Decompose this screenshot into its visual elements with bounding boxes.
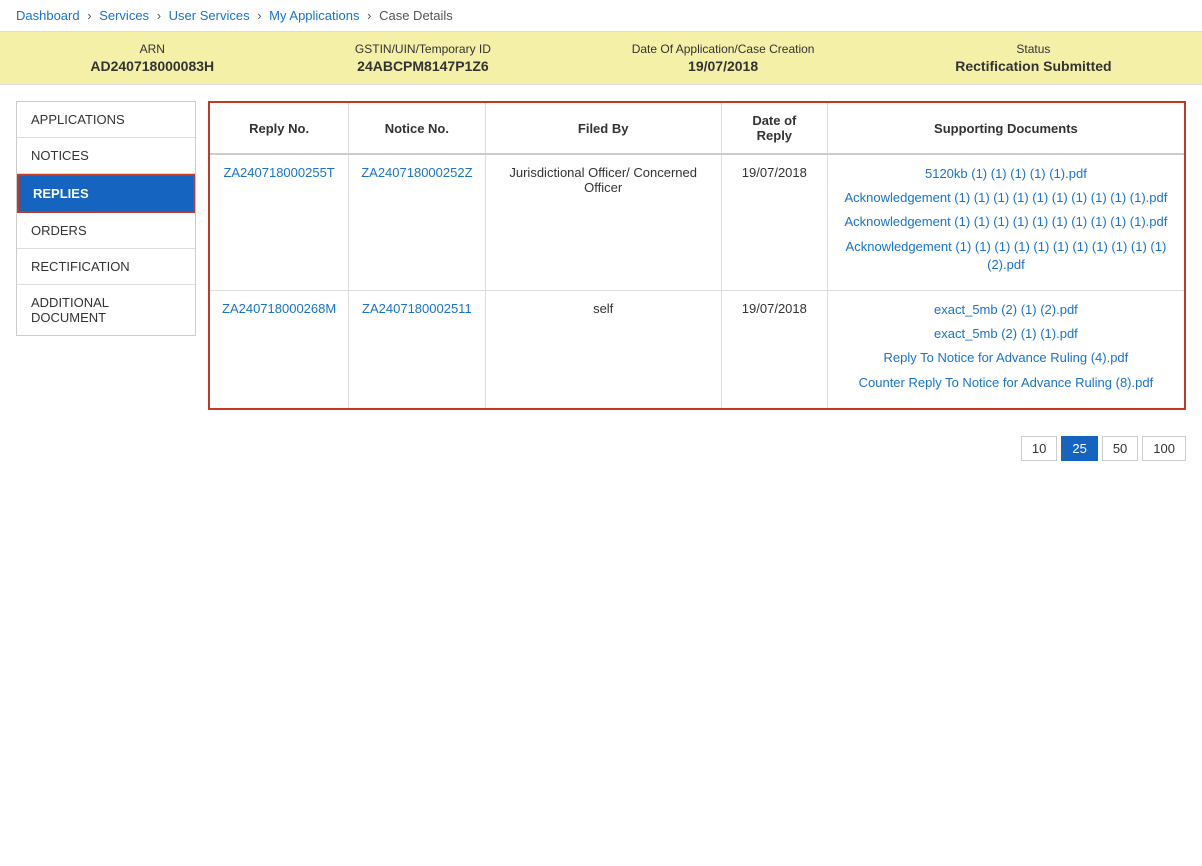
doc-link-1-1[interactable]: Acknowledgement (1) (1) (1) (1) (1) (1) …	[840, 189, 1172, 207]
table-row: ZA240718000255T ZA240718000252Z Jurisdic…	[210, 154, 1184, 290]
notice-no-link-2[interactable]: ZA2407180002511	[362, 301, 472, 316]
col-reply-no: Reply No.	[210, 103, 349, 154]
doc-link-2-2[interactable]: Reply To Notice for Advance Ruling (4).p…	[840, 349, 1172, 367]
sep2: ›	[157, 8, 161, 23]
date-reply-2: 19/07/2018	[721, 290, 827, 407]
gstin-value: 24ABCPM8147P1Z6	[355, 58, 491, 74]
notice-no-2: ZA2407180002511	[349, 290, 485, 407]
breadcrumb-my-applications[interactable]: My Applications	[269, 8, 359, 23]
notice-no-1: ZA240718000252Z	[349, 154, 485, 290]
doc-link-2-1[interactable]: exact_5mb (2) (1) (1).pdf	[840, 325, 1172, 343]
table-header-row: Reply No. Notice No. Filed By Date of Re…	[210, 103, 1184, 154]
sidebar-item-rectification[interactable]: RECTIFICATION	[17, 249, 195, 285]
breadcrumb-user-services[interactable]: User Services	[169, 8, 250, 23]
header-gstin: GSTIN/UIN/Temporary ID 24ABCPM8147P1Z6	[355, 42, 491, 74]
doc-link-1-2[interactable]: Acknowledgement (1) (1) (1) (1) (1) (1) …	[840, 213, 1172, 231]
date-label: Date Of Application/Case Creation	[632, 42, 815, 56]
breadcrumb-dashboard[interactable]: Dashboard	[16, 8, 80, 23]
table-container: Reply No. Notice No. Filed By Date of Re…	[208, 101, 1186, 410]
sep3: ›	[257, 8, 261, 23]
doc-link-2-3[interactable]: Counter Reply To Notice for Advance Ruli…	[840, 374, 1172, 392]
breadcrumb: Dashboard › Services › User Services › M…	[0, 0, 1202, 32]
sep1: ›	[87, 8, 91, 23]
page-btn-50[interactable]: 50	[1102, 436, 1138, 461]
sidebar-item-replies[interactable]: REPLIES	[17, 174, 195, 213]
main-layout: APPLICATIONS NOTICES REPLIES ORDERS RECT…	[0, 85, 1202, 426]
date-value: 19/07/2018	[632, 58, 815, 74]
breadcrumb-services[interactable]: Services	[99, 8, 149, 23]
reply-no-link-1[interactable]: ZA240718000255T	[223, 165, 334, 180]
filed-by-1: Jurisdictional Officer/ Concerned Office…	[485, 154, 721, 290]
status-value: Rectification Submitted	[955, 58, 1111, 74]
sidebar-item-applications[interactable]: APPLICATIONS	[17, 102, 195, 138]
header-bar: ARN AD240718000083H GSTIN/UIN/Temporary …	[0, 32, 1202, 85]
page-btn-25[interactable]: 25	[1061, 436, 1097, 461]
gstin-label: GSTIN/UIN/Temporary ID	[355, 42, 491, 56]
filed-by-2: self	[485, 290, 721, 407]
date-reply-1: 19/07/2018	[721, 154, 827, 290]
sidebar-item-additional-document[interactable]: ADDITIONAL DOCUMENT	[17, 285, 195, 335]
sidebar-item-notices[interactable]: NOTICES	[17, 138, 195, 174]
breadcrumb-case-details: Case Details	[379, 8, 453, 23]
reply-no-1: ZA240718000255T	[210, 154, 349, 290]
col-supporting-docs: Supporting Documents	[827, 103, 1184, 154]
arn-value: AD240718000083H	[90, 58, 214, 74]
sep4: ›	[367, 8, 371, 23]
doc-link-2-0[interactable]: exact_5mb (2) (1) (2).pdf	[840, 301, 1172, 319]
header-status: Status Rectification Submitted	[955, 42, 1111, 74]
reply-no-link-2[interactable]: ZA240718000268M	[222, 301, 336, 316]
docs-cell-1: 5120kb (1) (1) (1) (1) (1).pdf Acknowled…	[827, 154, 1184, 290]
col-notice-no: Notice No.	[349, 103, 485, 154]
notice-no-link-1[interactable]: ZA240718000252Z	[361, 165, 472, 180]
page-btn-100[interactable]: 100	[1142, 436, 1186, 461]
replies-table: Reply No. Notice No. Filed By Date of Re…	[210, 103, 1184, 408]
page-btn-10[interactable]: 10	[1021, 436, 1057, 461]
table-row: ZA240718000268M ZA2407180002511 self 19/…	[210, 290, 1184, 407]
arn-label: ARN	[90, 42, 214, 56]
status-label: Status	[955, 42, 1111, 56]
docs-cell-2: exact_5mb (2) (1) (2).pdf exact_5mb (2) …	[827, 290, 1184, 407]
col-filed-by: Filed By	[485, 103, 721, 154]
header-arn: ARN AD240718000083H	[90, 42, 214, 74]
header-date: Date Of Application/Case Creation 19/07/…	[632, 42, 815, 74]
doc-link-1-3[interactable]: Acknowledgement (1) (1) (1) (1) (1) (1) …	[840, 238, 1172, 274]
col-date-of-reply: Date of Reply	[721, 103, 827, 154]
sidebar: APPLICATIONS NOTICES REPLIES ORDERS RECT…	[16, 101, 196, 336]
doc-link-1-0[interactable]: 5120kb (1) (1) (1) (1) (1).pdf	[840, 165, 1172, 183]
reply-no-2: ZA240718000268M	[210, 290, 349, 407]
pagination: 10 25 50 100	[0, 426, 1202, 471]
sidebar-item-orders[interactable]: ORDERS	[17, 213, 195, 249]
